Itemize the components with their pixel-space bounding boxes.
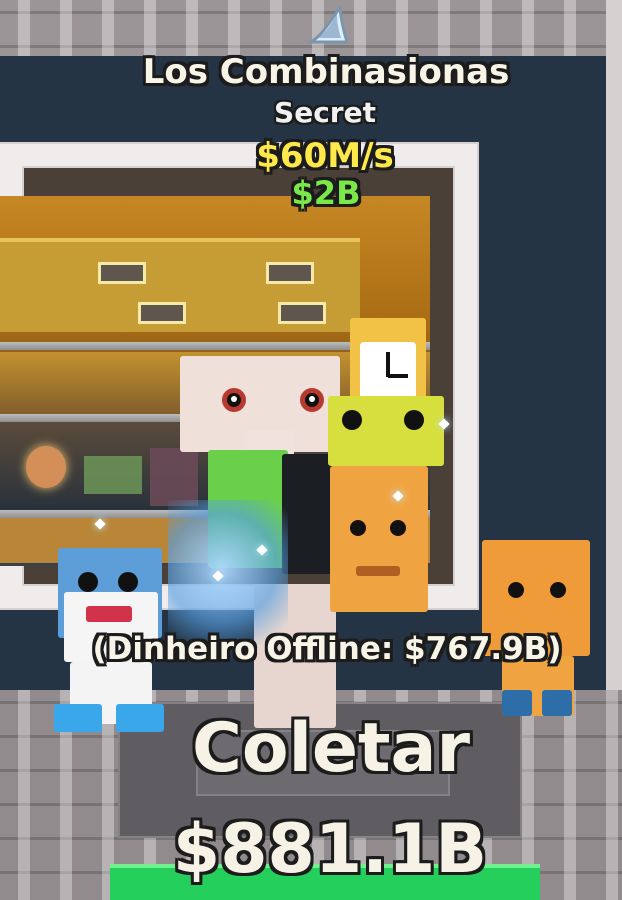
ceiling-lamp-3 bbox=[138, 302, 186, 324]
background-creature-2 bbox=[84, 456, 142, 494]
frog-character-eye-right bbox=[404, 410, 424, 430]
cookie-character-eye-left bbox=[350, 520, 366, 536]
cookie-character-smile bbox=[356, 566, 400, 576]
ceiling-lamp-1 bbox=[98, 262, 146, 284]
offline-earnings-label: (Dinheiro Offline: $767.9B) bbox=[92, 631, 562, 667]
shark-fin-icon bbox=[305, 4, 350, 44]
collect-label[interactable]: Coletar bbox=[166, 710, 496, 788]
orange-character-shoe-left bbox=[502, 690, 532, 716]
cookie-character-body bbox=[330, 466, 428, 612]
shark-character-mouth bbox=[86, 606, 132, 622]
background-creature-1 bbox=[26, 446, 66, 488]
brainrot-name: Los Combinasionas bbox=[142, 52, 510, 92]
elephant-character-eye-right bbox=[300, 388, 324, 412]
cookie-character-eye-right bbox=[390, 520, 406, 536]
collect-amount[interactable]: $881.1B bbox=[138, 808, 522, 892]
game-viewport: Los Combinasionas Secret $60M/s $2B (Din… bbox=[0, 0, 622, 900]
shark-character-eye-left bbox=[78, 572, 98, 592]
elephant-character-coat bbox=[282, 454, 336, 574]
shark-character-shoe-right bbox=[116, 704, 164, 732]
right-pillar bbox=[606, 0, 622, 720]
ceiling-lamp-2 bbox=[266, 262, 314, 284]
brainrot-income: $60M/s bbox=[256, 136, 394, 176]
orange-character-shoe-right bbox=[542, 690, 572, 716]
orange-character-eye-right bbox=[550, 582, 566, 598]
orange-character-eye-left bbox=[508, 582, 524, 598]
brainrot-price: $2B bbox=[291, 174, 361, 212]
shark-character-shoe-left bbox=[54, 704, 102, 732]
elephant-character-eye-left bbox=[222, 388, 246, 412]
ceiling-lamp-4 bbox=[278, 302, 326, 324]
frog-character-head bbox=[328, 396, 444, 466]
frog-character-eye-left bbox=[342, 410, 362, 430]
brainrot-rarity: Secret bbox=[274, 96, 376, 129]
shark-character-eye-right bbox=[118, 572, 138, 592]
background-creature-3 bbox=[150, 448, 198, 506]
